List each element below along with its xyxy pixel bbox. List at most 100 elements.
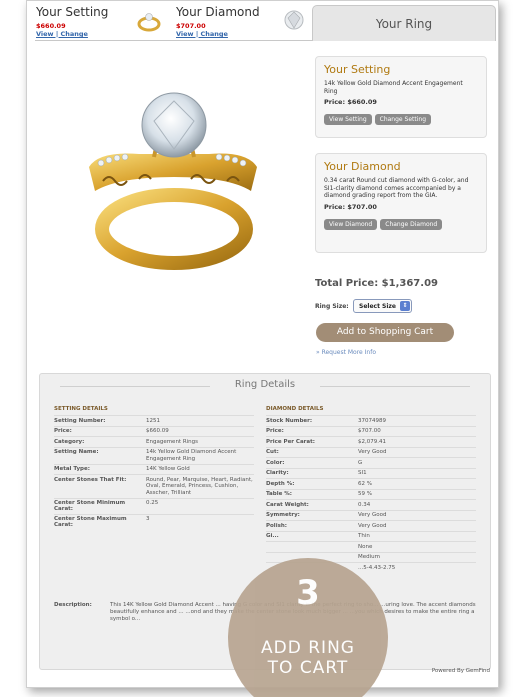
diamond-card-title: Your Diamond (324, 160, 401, 173)
step-label-line1: ADD RING (261, 638, 355, 658)
table-row: Depth %: 62 % (266, 478, 476, 489)
diamond-card-desc: 0.34 carat Round cut diamond with G-colo… (324, 177, 469, 199)
table-row: Table %: 59 % (266, 488, 476, 500)
table-row: Clarity: SI1 (266, 467, 476, 479)
step-label-line2: TO CART (267, 658, 349, 678)
tab-divider (35, 40, 312, 41)
table-row: Metal Type: 14K Yellow Gold (54, 463, 254, 475)
tab-setting-links[interactable]: View | Change (36, 30, 88, 38)
table-row: Price: $660.09 (54, 425, 254, 437)
table-row: Carat Weight: 0.34 (266, 499, 476, 510)
row-value: $707.00 (358, 428, 381, 434)
request-more-info-link[interactable]: » Request More Info (316, 349, 376, 356)
row-value: Medium (358, 554, 380, 560)
view-setting-button[interactable]: View Setting (324, 114, 372, 125)
row-value: 59 % (358, 491, 372, 497)
table-row: Setting Number: 1251 (54, 415, 254, 426)
row-value: 14k Yellow Gold Diamond Accent Engagemen… (146, 449, 237, 462)
table-row: None (266, 541, 476, 552)
ring-size-label: Ring Size: (315, 303, 349, 310)
row-key: Cut: (266, 449, 279, 455)
total-price: Total Price: $1,367.09 (315, 278, 438, 289)
divider-right (320, 386, 470, 387)
diamond-summary-card: Your Diamond 0.34 carat Round cut diamon… (315, 153, 487, 253)
setting-summary-card: Your Setting 14k Yellow Gold Diamond Acc… (315, 56, 487, 138)
row-value: 1251 (146, 417, 160, 424)
diamond-details-rows: Stock Number: 37074989 Price: $707.00 Pric… (266, 415, 476, 573)
description-label: Description: (54, 602, 92, 608)
ring-details-title: Ring Details (234, 379, 296, 390)
row-value: G (358, 459, 363, 466)
table-row: Symmetry: Very Good (266, 509, 476, 521)
setting-details-column: SETTING DETAILS Setting Number: 1251 Pric… (54, 406, 254, 530)
row-value: 0.25 (146, 500, 159, 506)
table-row: Color: G (266, 457, 476, 468)
row-value: Round, Pear, Marquise, Heart, Radiant, O… (146, 476, 253, 496)
row-key: Price: (266, 428, 284, 434)
tab-diamond-title: Your Diamond (176, 5, 260, 19)
table-row: Setting Name: 14k Yellow Gold Diamond Acc… (54, 446, 254, 464)
change-setting-button[interactable]: Change Setting (374, 114, 432, 125)
row-key: Setting Name: (54, 449, 99, 455)
row-key: Table %: (266, 491, 292, 497)
diamond-details-column: DIAMOND DETAILS Stock Number: 37074989 Pr… (266, 406, 476, 573)
row-value: 14K Yellow Gold (146, 466, 190, 472)
ring-image (89, 92, 257, 270)
row-key: Color: (266, 459, 285, 466)
row-value: SI1 (358, 470, 367, 476)
row-key: Center Stone Minimum Carat: (54, 500, 126, 512)
tab-setting-price: $660.09 (36, 22, 66, 30)
change-diamond-button[interactable]: Change Diamond (380, 218, 443, 230)
row-value: 62 % (358, 480, 372, 487)
table-row: Gi... Thin (266, 530, 476, 542)
row-key: Gi... (266, 533, 279, 539)
step-badge: 3 ADD RING TO CART (228, 558, 388, 697)
setting-details-heading: SETTING DETAILS (54, 406, 108, 412)
row-value: Very Good (358, 449, 387, 455)
table-row: Stock Number: 37074989 (266, 415, 476, 426)
add-to-cart-button[interactable]: Add to Shopping Cart (316, 323, 454, 342)
row-key: Center Stone Maximum Carat: (54, 516, 127, 528)
row-value: Very Good (358, 512, 387, 518)
setting-details-rows: Setting Number: 1251 Price: $660.09 Catego… (54, 415, 254, 530)
table-row: Center Stone Minimum Carat: 0.25 (54, 497, 254, 514)
table-row: Center Stones That Fit: Round, Pear, Marq… (54, 474, 254, 498)
row-key: Carat Weight: (266, 501, 309, 508)
row-value: $660.09 (146, 428, 169, 434)
row-key: Symmetry: (266, 512, 300, 518)
chevron-updown-icon: ⇕ (400, 301, 410, 311)
view-diamond-button[interactable]: View Diamond (324, 218, 378, 230)
ring-size-value: Select Size (359, 303, 396, 310)
row-key: Metal Type: (54, 466, 90, 472)
table-row: Price Per Carat: $2,079.41 (266, 436, 476, 447)
row-value: 0.34 (358, 501, 371, 508)
row-key: Polish: (266, 522, 287, 529)
table-row: Center Stone Maximum Carat: 3 (54, 513, 254, 530)
row-key: Price: (54, 428, 72, 434)
row-value: Engagement Rings (146, 438, 199, 445)
diamond-card-price: Price: $707.00 (324, 202, 377, 211)
tab-diamond-links[interactable]: View | Change (176, 30, 228, 38)
setting-card-title: Your Setting (324, 63, 391, 76)
table-row: Polish: Very Good (266, 520, 476, 531)
row-value: 37074989 (358, 417, 386, 424)
row-value: Very Good (358, 522, 387, 529)
ring-size-select[interactable]: Select Size ⇕ (353, 299, 412, 313)
row-key: Clarity: (266, 470, 289, 476)
diamond-thumbnail-icon (284, 10, 304, 30)
row-key: Center Stones That Fit: (54, 476, 127, 483)
row-key: Depth %: (266, 480, 295, 487)
row-value: None (358, 543, 373, 550)
table-row: Price: $707.00 (266, 425, 476, 437)
row-key: Stock Number: (266, 417, 313, 424)
row-value: $2,079.41 (358, 438, 386, 445)
tab-your-ring[interactable]: Your Ring (312, 5, 496, 41)
tab-your-diamond[interactable]: Your Diamond $707.00 View | Change (171, 1, 312, 39)
setting-card-price: Price: $660.09 (324, 98, 377, 106)
setting-card-desc: 14k Yellow Gold Diamond Accent Engagemen… (324, 80, 463, 95)
step-number: 3 (296, 573, 320, 613)
tab-setting-title: Your Setting (36, 5, 109, 19)
table-row: Category: Engagement Rings (54, 436, 254, 447)
ring-thumbnail-icon (137, 13, 161, 32)
tab-your-setting[interactable]: Your Setting $660.09 View | Change (31, 1, 171, 39)
